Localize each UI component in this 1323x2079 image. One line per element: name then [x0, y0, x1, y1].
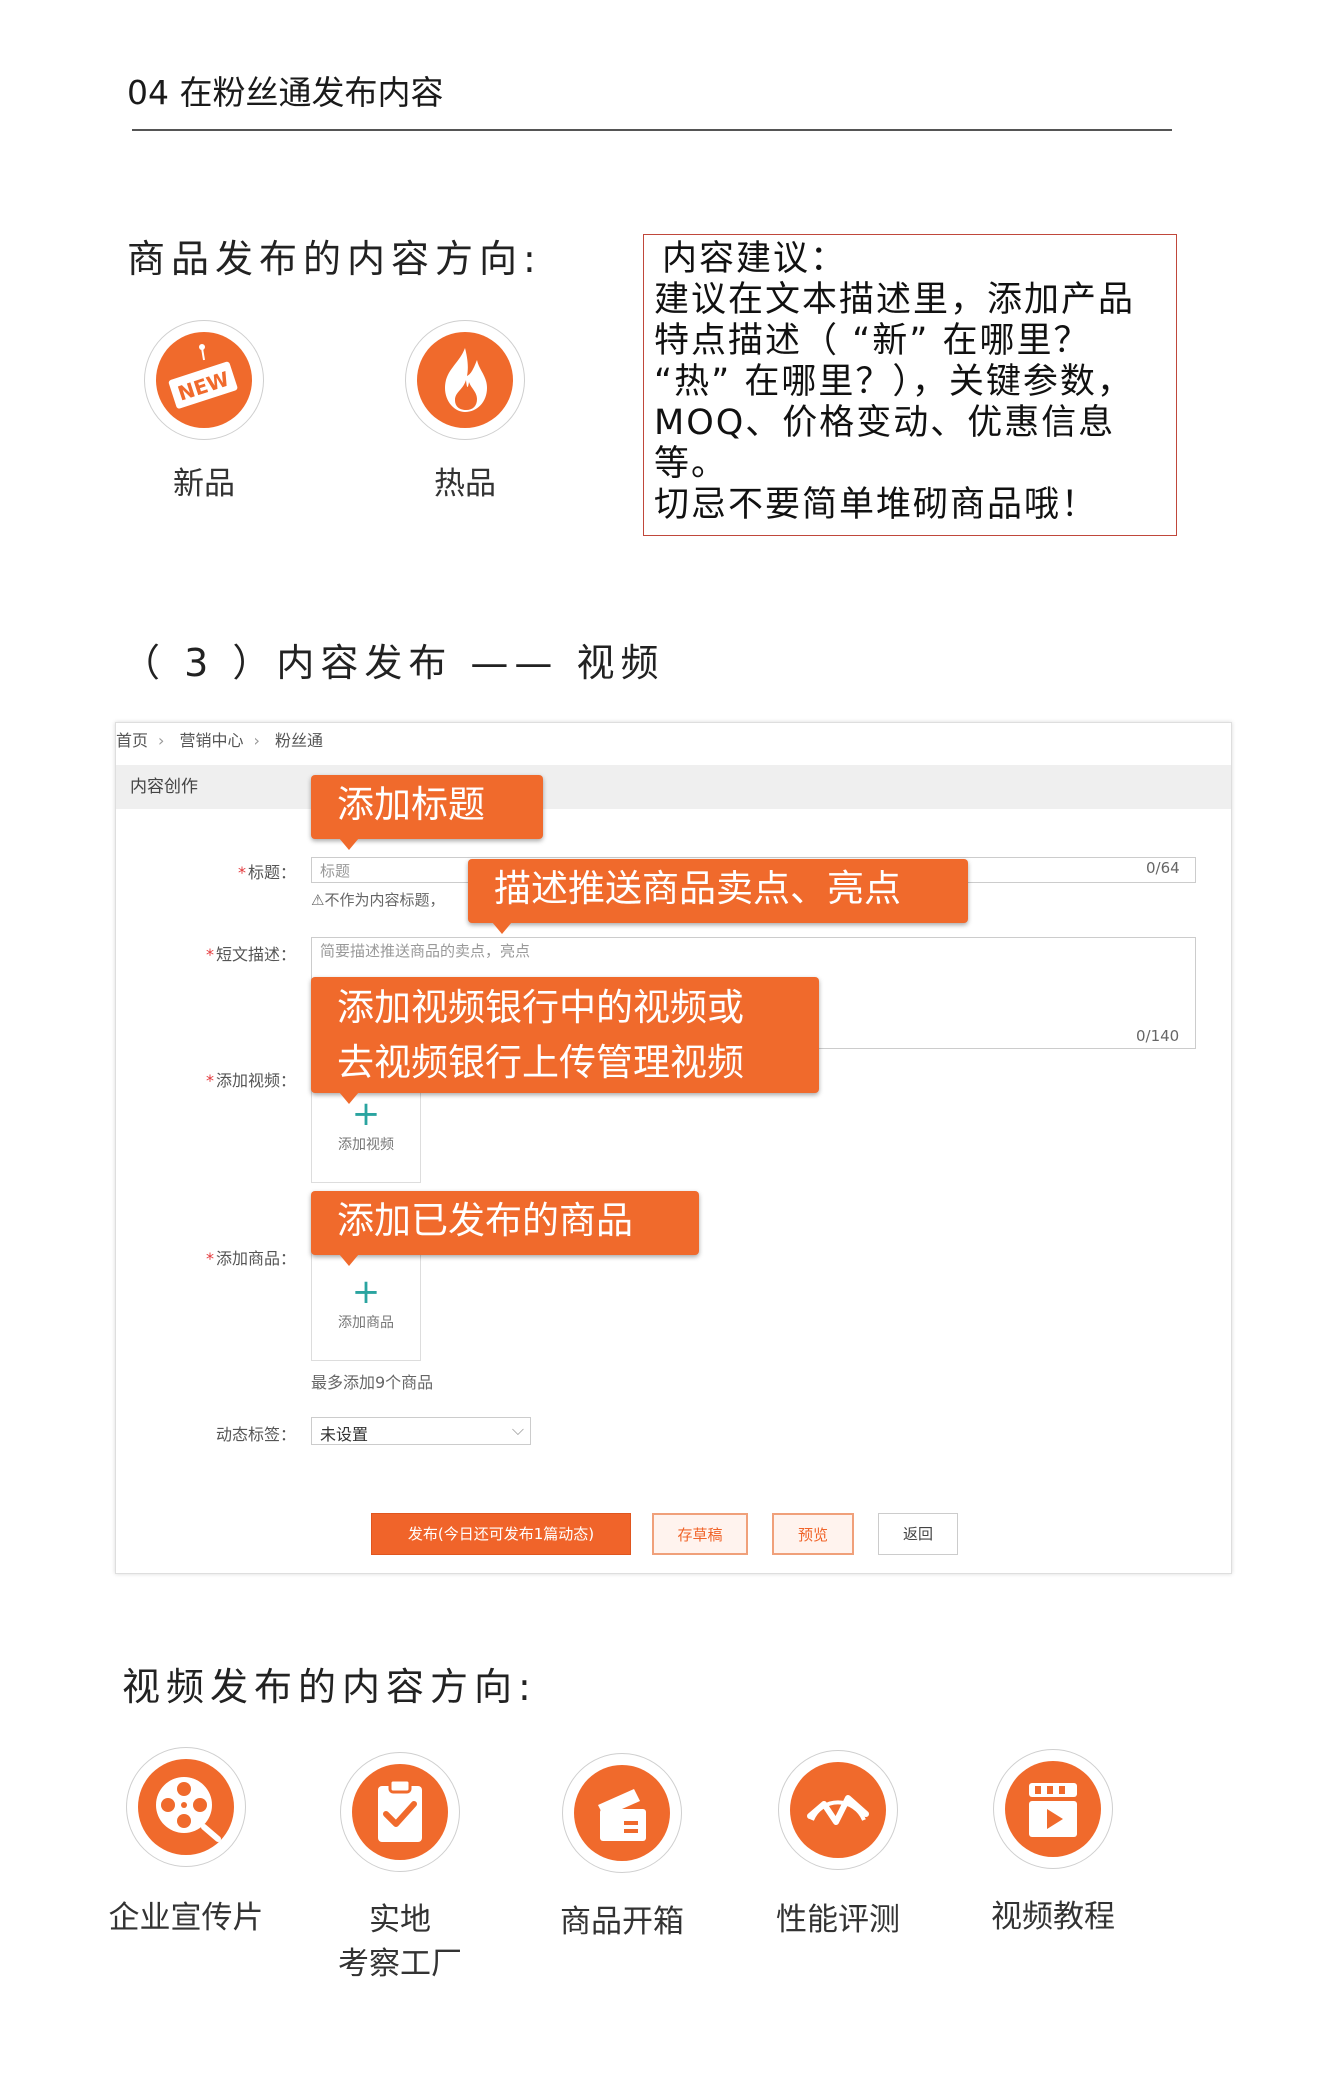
- open-box-icon: [574, 1765, 670, 1861]
- publish-button[interactable]: 发布(今日还可发布1篇动态): [371, 1513, 631, 1555]
- pulse-chart-icon: [790, 1762, 886, 1858]
- factory-visit-label: 实地 考察工厂: [338, 1902, 462, 1982]
- product-label: * 添加商品：: [205, 1249, 296, 1268]
- title-counter: 0/64: [1146, 859, 1180, 877]
- title-hint: ⚠不作为内容标题，: [311, 891, 445, 909]
- advice-line: 内容建议：: [662, 239, 848, 279]
- video-section-title: （ 3 ）内容发布 —— 视频: [122, 641, 665, 685]
- unboxing-label: 商品开箱: [560, 1904, 684, 1940]
- add-product-caption: 添加商品: [338, 1315, 394, 1331]
- product-hint: 最多添加9个商品: [311, 1373, 434, 1392]
- video-direction-title: 视频发布的内容方向:: [122, 1665, 537, 1709]
- back-button[interactable]: 返回: [878, 1513, 958, 1555]
- video-tutorial-label: 视频教程: [991, 1899, 1115, 1935]
- breadcrumb-marketing[interactable]: 营销中心: [180, 731, 244, 750]
- chevron-down-icon: ⌵: [511, 1420, 524, 1439]
- unboxing-icon-circle: [562, 1753, 682, 1873]
- advice-line: 建议在文本描述里，添加产品: [654, 280, 1136, 320]
- film-reel-icon: [138, 1759, 234, 1855]
- corporate-video-icon-circle: [126, 1747, 246, 1867]
- video-play-icon: [1005, 1761, 1101, 1857]
- new-product-label: 新品: [173, 466, 235, 502]
- hot-product-icon-circle: [405, 320, 525, 440]
- tag-label: 动态标签：: [215, 1425, 296, 1444]
- product-section-title: 商品发布的内容方向:: [127, 237, 542, 281]
- advice-line: 等。: [654, 444, 729, 484]
- video-tutorial-icon-circle: [993, 1749, 1113, 1869]
- callout-describe-selling-points: 描述推送商品卖点、亮点: [468, 859, 968, 934]
- video-label: * 添加视频：: [205, 1071, 296, 1090]
- page-header-title: 04 在粉丝通发布内容: [127, 73, 444, 112]
- callout-add-video: 添加视频银行中的视频或 去视频银行上传管理视频: [311, 977, 819, 1104]
- desc-label: * 短文描述：: [205, 945, 296, 964]
- preview-button[interactable]: 预览: [772, 1513, 854, 1555]
- content-advice-box: 内容建议： 建议在文本描述里，添加产品 特点描述（ “新” 在哪里？ “热” 在…: [643, 234, 1177, 536]
- performance-test-icon-circle: [778, 1750, 898, 1870]
- content-creation-screenshot: 首页 › 营销中心 › 粉丝通 内容创作 * 标题： 标题 0/64 ⚠不作为内容标题…: [115, 722, 1232, 1574]
- new-product-icon-circle: NEW: [144, 320, 264, 440]
- content-creation-bar: 内容创作: [116, 765, 1231, 809]
- corporate-video-label: 企业宣传片: [108, 1900, 264, 1936]
- callout-add-title: 添加标题: [311, 775, 543, 850]
- flame-icon: [417, 332, 513, 428]
- breadcrumb-home[interactable]: 首页: [116, 731, 148, 750]
- advice-line: 特点描述（ “新” 在哪里？: [654, 321, 1091, 361]
- hot-product-label: 热品: [434, 466, 496, 502]
- add-product-plus-icon: +: [351, 1272, 381, 1312]
- advice-line: “热” 在哪里？），关键参数，: [654, 362, 1134, 402]
- advice-line: MOQ、价格变动、优惠信息: [654, 403, 1116, 443]
- new-badge-icon: NEW: [156, 332, 252, 428]
- callout-add-product: 添加已发布的商品: [311, 1191, 699, 1266]
- header-divider: [132, 129, 1172, 131]
- performance-test-label: 性能评测: [776, 1902, 900, 1938]
- save-draft-button[interactable]: 存草稿: [652, 1513, 748, 1555]
- add-video-plus-icon: +: [351, 1094, 381, 1134]
- title-label: * 标题：: [237, 863, 296, 882]
- advice-line: 切忌不要简单堆砌商品哦！: [654, 485, 1099, 525]
- breadcrumb: 首页 › 营销中心 › 粉丝通: [116, 731, 324, 750]
- breadcrumb-fans[interactable]: 粉丝通: [275, 731, 323, 750]
- tag-select[interactable]: 未设置 ⌵: [311, 1417, 531, 1445]
- desc-counter: 0/140: [1136, 1027, 1180, 1045]
- clipboard-check-icon: [352, 1764, 448, 1860]
- factory-visit-icon-circle: [340, 1752, 460, 1872]
- add-product-box[interactable]: + 添加商品: [311, 1251, 421, 1361]
- add-video-caption: 添加视频: [338, 1137, 394, 1153]
